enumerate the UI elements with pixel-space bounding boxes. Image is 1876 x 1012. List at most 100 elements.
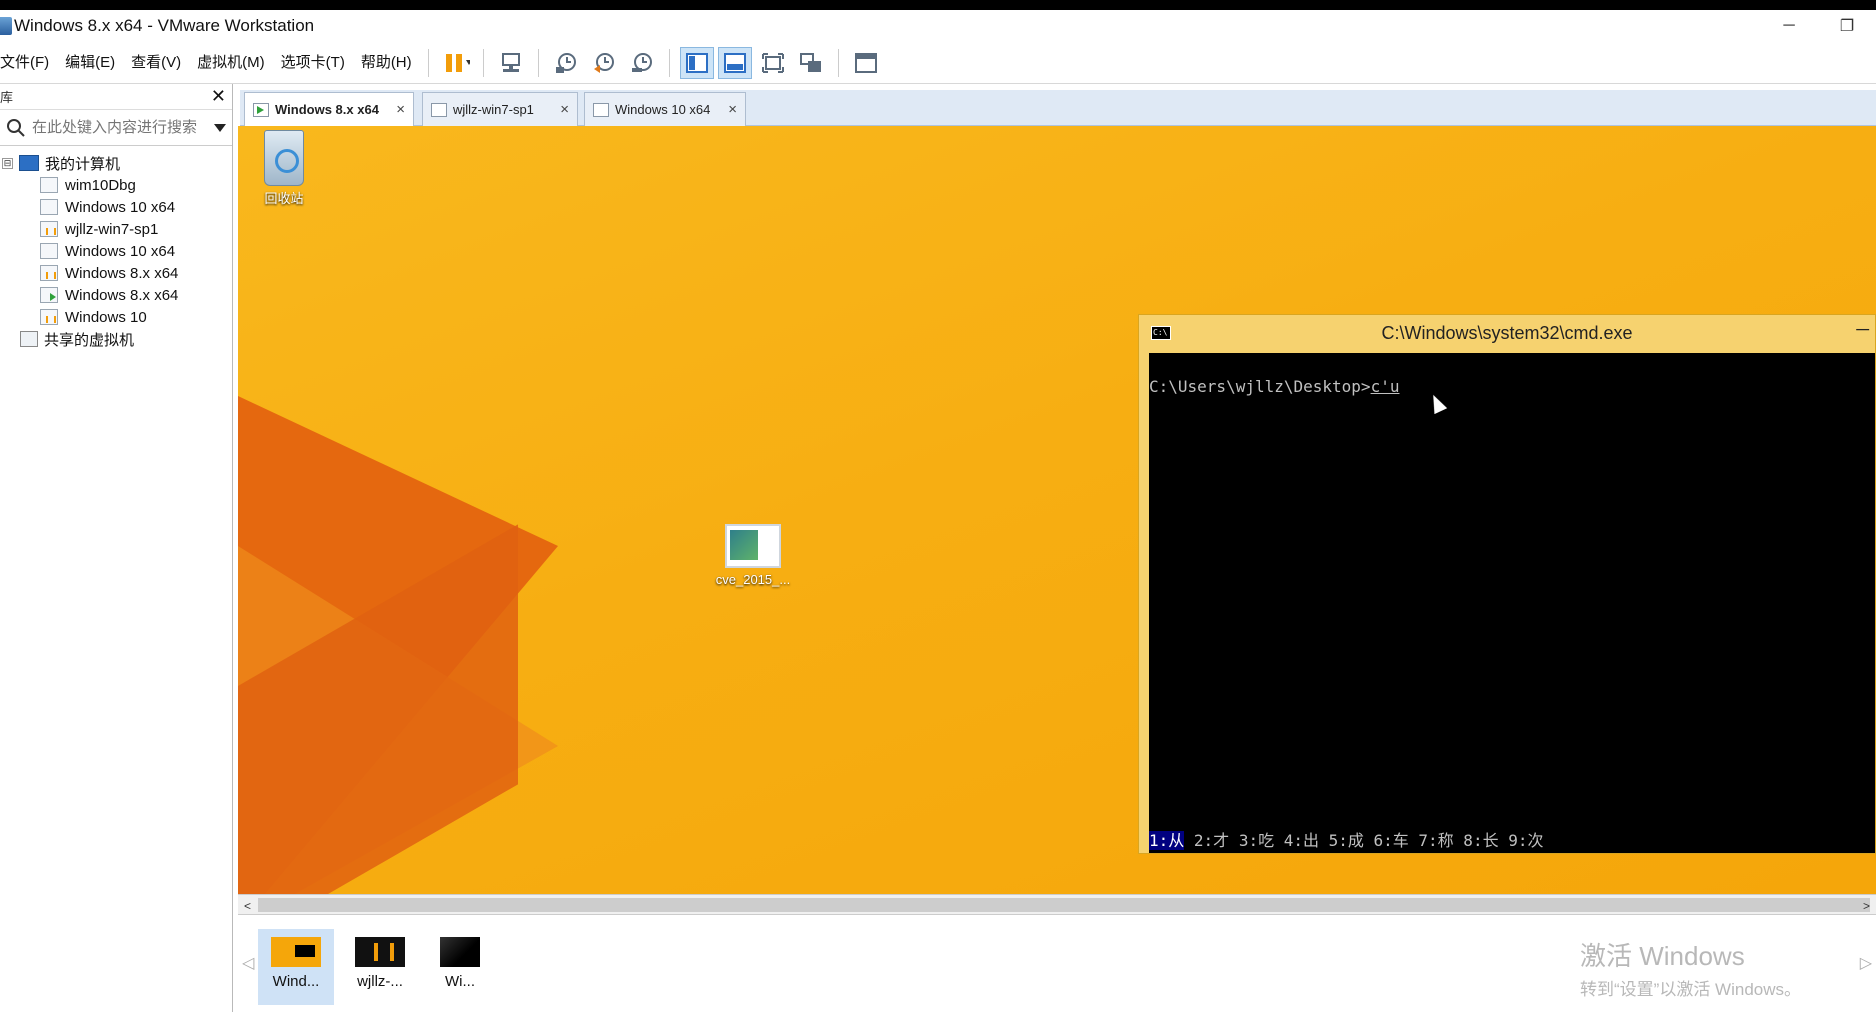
menu-toolbar: 文件(F) 编辑(E) 查看(V) 虚拟机(M) 选项卡(T) 帮助(H)	[0, 42, 1876, 84]
activation-watermark: 激活 Windows 转到“设置”以激活 Windows。	[1580, 936, 1801, 1000]
vm-paused-icon	[40, 309, 58, 325]
send-ctrl-alt-del-icon[interactable]	[494, 47, 528, 79]
tree-item-label: Windows 8.x x64	[65, 264, 179, 282]
menu-vm[interactable]: 虚拟机(M)	[189, 48, 273, 78]
thumbnail-label: Wi...	[445, 973, 475, 990]
tree-item-label: wim10Dbg	[65, 176, 136, 194]
full-screen-icon[interactable]	[756, 47, 790, 79]
thumbnail-wjllz[interactable]: wjllz-...	[342, 929, 418, 1005]
cmd-typed-input: c'u	[1370, 377, 1400, 396]
library-title: 库	[0, 90, 14, 105]
show-thumbnail-bar-icon[interactable]	[717, 46, 752, 79]
tab-close-icon[interactable]: ×	[396, 101, 405, 118]
tab-label: Windows 8.x x64	[275, 102, 379, 117]
vm-icon	[40, 199, 58, 215]
tree-root-my-computer[interactable]: ⊟ 我的计算机	[0, 152, 232, 174]
tab-label: wjllz-win7-sp1	[453, 102, 534, 117]
vmware-app-icon	[0, 17, 12, 35]
cmd-minimize-button[interactable]: ─	[1856, 319, 1869, 340]
tree-item-label: Windows 10	[65, 308, 147, 326]
scroll-thumb[interactable]	[258, 898, 1870, 912]
vm-paused-thumbnail-image	[355, 937, 405, 967]
vm-thumbnail-image	[271, 937, 321, 967]
vm-tab-strip: Windows 8.x x64 × wjllz-win7-sp1 × Windo…	[240, 90, 1876, 126]
thumbnail-label: Wind...	[272, 973, 320, 990]
vm-running-icon	[40, 287, 58, 303]
vm-thumbnail-image	[440, 937, 480, 967]
revert-snapshot-icon[interactable]	[587, 47, 621, 79]
menu-edit[interactable]: 编辑(E)	[57, 48, 123, 78]
library-search	[0, 110, 232, 146]
cmd-window[interactable]: C:\ C:\Windows\system32\cmd.exe ─ C:\Use…	[1138, 314, 1876, 854]
tree-item[interactable]: Windows 10 x64	[0, 196, 232, 218]
unity-icon[interactable]	[794, 47, 828, 79]
cmd-prompt: C:\Users\wjllz\Desktop>	[1149, 377, 1371, 396]
show-library-icon[interactable]	[679, 46, 714, 79]
tab-close-icon[interactable]: ×	[728, 101, 737, 118]
vm-running-icon	[253, 102, 269, 117]
cmd-title-bar[interactable]: C:\ C:\Windows\system32\cmd.exe ─	[1139, 315, 1875, 351]
pause-icon[interactable]	[439, 47, 473, 79]
toolbar-separator	[427, 48, 429, 77]
image-file-icon	[725, 524, 781, 568]
horizontal-scrollbar[interactable]: < >	[238, 894, 1876, 914]
search-dropdown-icon[interactable]	[214, 124, 226, 132]
tab-windows-10-x64[interactable]: Windows 10 x64 ×	[584, 92, 746, 126]
toolbar-separator	[668, 48, 670, 77]
library-close-icon[interactable]: ✕	[211, 86, 226, 107]
vm-paused-icon	[40, 265, 58, 281]
tab-windows-8x-x64[interactable]: Windows 8.x x64 ×	[244, 92, 414, 126]
search-input[interactable]	[32, 119, 202, 136]
console-view-icon[interactable]	[849, 47, 883, 79]
collapse-icon[interactable]: ⊟	[2, 157, 13, 169]
ime-candidate-selected[interactable]: 1:从	[1149, 831, 1185, 850]
toolbar-separator	[537, 48, 539, 77]
snapshot-icon[interactable]	[549, 47, 583, 79]
search-icon	[7, 118, 25, 137]
menu-view[interactable]: 查看(V)	[123, 48, 189, 78]
cmd-title: C:\Windows\system32\cmd.exe	[1381, 322, 1633, 343]
scroll-left-icon[interactable]: <	[244, 899, 251, 913]
vm-paused-icon	[40, 221, 58, 237]
tree-item-label: Windows 8.x x64	[65, 286, 179, 304]
cve-file-label: cve_2015_...	[715, 572, 791, 587]
ime-candidate-bar: 1:从 2:才 3:吃 4:出 5:成 6:车 7:称 8:长 9:次	[1149, 827, 1543, 851]
snapshot-manager-icon[interactable]	[625, 47, 659, 79]
thumbnail-windows-10[interactable]: Wi...	[422, 929, 498, 1005]
menu-file[interactable]: 文件(F)	[0, 48, 57, 78]
vm-icon	[40, 243, 58, 259]
computer-icon	[19, 155, 39, 171]
menu-tabs[interactable]: 选项卡(T)	[273, 48, 353, 78]
thumb-scroll-left-icon[interactable]: ◁	[242, 953, 254, 973]
library-panel: 库 ✕ ⊟ 我的计算机 wim10Dbg Windows 10 x64 wjll…	[0, 84, 233, 1012]
vm-icon	[40, 177, 58, 193]
tree-item[interactable]: wjllz-win7-sp1	[0, 218, 232, 240]
cve-file-desktop-icon[interactable]: cve_2015_...	[708, 524, 798, 587]
scroll-right-icon[interactable]: >	[1863, 899, 1870, 913]
tree-item[interactable]: Windows 10 x64	[0, 240, 232, 262]
tree-item-label: Windows 10 x64	[65, 198, 176, 216]
thumbnail-windows-8x[interactable]: Wind...	[258, 929, 334, 1005]
ime-candidates[interactable]: 2:才 3:吃 4:出 5:成 6:车 7:称 8:长 9:次	[1184, 831, 1544, 850]
tree-item[interactable]: wim10Dbg	[0, 174, 232, 196]
cmd-console[interactable]: C:\Users\wjllz\Desktop>c'u 1:从 2:才 3:吃 4…	[1149, 353, 1875, 853]
title-bar: Windows 8.x x64 - VMware Workstation ─ ❐	[0, 10, 1876, 42]
cmd-prompt-line: C:\Users\wjllz\Desktop>c'u	[1149, 377, 1399, 396]
screen-top-border	[0, 0, 1876, 10]
tab-wjllz-win7-sp1[interactable]: wjllz-win7-sp1 ×	[422, 92, 578, 126]
thumb-scroll-right-icon[interactable]: ▷	[1860, 953, 1872, 973]
tree-item[interactable]: Windows 8.x x64	[0, 262, 232, 284]
tab-label: Windows 10 x64	[615, 102, 711, 117]
toolbar-separator	[837, 48, 839, 77]
restore-button[interactable]: ❐	[1818, 10, 1876, 42]
tree-item[interactable]: Windows 10	[0, 306, 232, 328]
tab-close-icon[interactable]: ×	[560, 101, 569, 118]
minimize-button[interactable]: ─	[1760, 10, 1818, 42]
recycle-bin-desktop-icon[interactable]: 回收站	[254, 130, 314, 207]
menu-help[interactable]: 帮助(H)	[353, 48, 420, 78]
window-title: Windows 8.x x64 - VMware Workstation	[14, 16, 315, 35]
tree-shared-vms[interactable]: 共享的虚拟机	[0, 328, 232, 350]
tree-item[interactable]: Windows 8.x x64	[0, 284, 232, 306]
thumbnail-label: wjllz-...	[357, 973, 403, 990]
watermark-title: 激活 Windows	[1580, 941, 1745, 971]
